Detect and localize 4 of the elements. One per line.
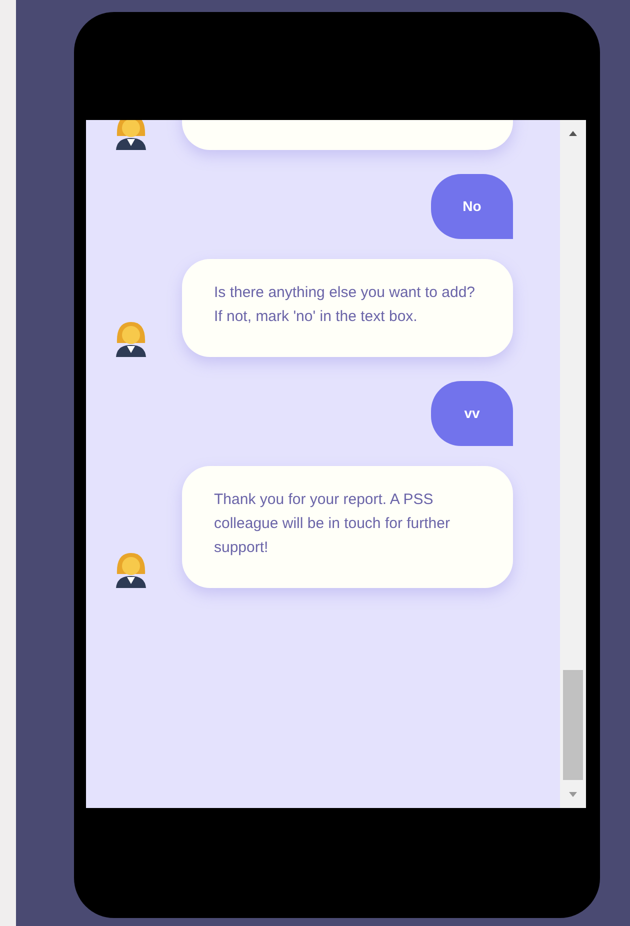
message-bubble: Is there anything else you want to add? If not, mark 'no' in the text box. xyxy=(182,259,513,357)
message-bubble: Thank you for your report. A PSS colleague will be in touch for further support! xyxy=(182,466,513,588)
message-bubble: vv xyxy=(431,381,513,446)
message-bubble: No xyxy=(431,174,513,239)
